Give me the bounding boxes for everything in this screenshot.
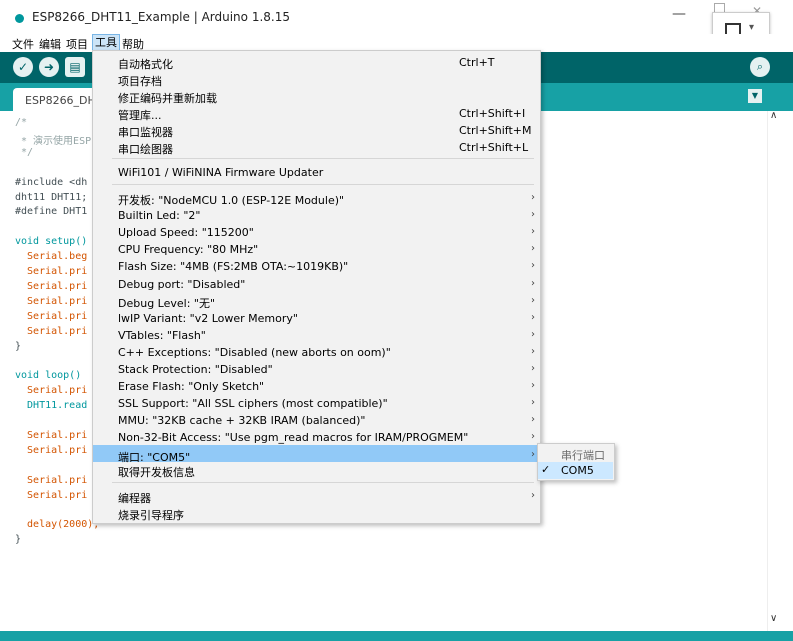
board-option-item[interactable]: Debug Level: "无": [118, 295, 215, 311]
code-line: Serial.pri: [15, 444, 88, 456]
serial-monitor-button[interactable]: ⌕: [750, 57, 770, 77]
code-line: Serial.pri: [15, 429, 88, 441]
arduino-logo-icon: [15, 14, 24, 23]
board-option-item[interactable]: Stack Protection: "Disabled": [118, 363, 273, 376]
board-option-item[interactable]: 端口: "COM5": [118, 449, 190, 465]
submenu-arrow-icon: ›: [531, 243, 535, 255]
port-option-com5[interactable]: COM5: [561, 464, 594, 477]
board-option-item[interactable]: Debug port: "Disabled": [118, 278, 245, 291]
code-line: #define DHT1: [15, 206, 88, 218]
tab-sketch-label: ESP8266_DHT: [25, 94, 103, 107]
programmer-item[interactable]: 编程器: [118, 490, 151, 506]
submenu-arrow-icon: ›: [531, 226, 535, 238]
shortcut-label: Ctrl+T: [459, 56, 495, 69]
submenu-arrow-icon: ›: [531, 448, 535, 460]
code-line: delay(2000);: [15, 519, 100, 531]
tools-menu-item[interactable]: 修正编码并重新加载: [118, 90, 217, 106]
submenu-arrow-icon: ›: [531, 328, 535, 340]
code-line: dht11 DHT11;: [15, 191, 88, 203]
board-option-item[interactable]: Flash Size: "4MB (FS:2MB OTA:~1019KB)": [118, 260, 348, 273]
verify-button[interactable]: ✓: [13, 57, 33, 77]
port-submenu-header: 串行端口: [561, 449, 605, 462]
board-option-item[interactable]: 开发板: "NodeMCU 1.0 (ESP-12E Module)": [118, 192, 344, 208]
code-line: }: [15, 534, 22, 546]
code-line: Serial.pri: [15, 295, 88, 307]
minimize-button[interactable]: —: [672, 6, 686, 22]
chevron-down-icon: ▾: [749, 22, 755, 33]
board-option-item[interactable]: VTables: "Flash": [118, 329, 206, 342]
board-option-item[interactable]: Upload Speed: "115200": [118, 226, 254, 239]
code-line: Serial.pri: [15, 489, 88, 501]
submenu-arrow-icon: ›: [531, 414, 535, 426]
wifi-firmware-updater-item[interactable]: WiFi101 / WiFiNINA Firmware Updater: [118, 166, 323, 179]
submenu-arrow-icon: ›: [531, 192, 535, 203]
submenu-arrow-icon: ›: [531, 294, 535, 306]
submenu-arrow-icon: ›: [531, 260, 535, 272]
submenu-arrow-icon: ›: [531, 363, 535, 374]
tools-menu-item[interactable]: 管理库...: [118, 107, 162, 123]
board-option-item[interactable]: Builtin Led: "2": [118, 209, 200, 222]
board-option-item[interactable]: CPU Frequency: "80 MHz": [118, 243, 258, 256]
code-line: Serial.beg: [15, 251, 88, 263]
board-option-item[interactable]: lwIP Variant: "v2 Lower Memory": [118, 312, 298, 325]
code-line: Serial.pri: [15, 280, 88, 292]
board-option-item[interactable]: MMU: "32KB cache + 32KB IRAM (balanced)": [118, 414, 365, 427]
shortcut-label: Ctrl+Shift+L: [459, 141, 529, 154]
submenu-arrow-icon: ›: [531, 490, 535, 501]
window-title: ESP8266_DHT11_Example | Arduino 1.8.15: [32, 10, 290, 24]
editor-scrollbar[interactable]: [767, 111, 781, 631]
submenu-arrow-icon: ›: [531, 380, 535, 392]
menu-sketch[interactable]: 项目: [66, 36, 88, 52]
get-board-info-item[interactable]: 取得开发板信息: [118, 464, 195, 480]
board-option-item[interactable]: Non-32-Bit Access: "Use pgm_read macros …: [118, 431, 468, 444]
menu-edit[interactable]: 编辑: [39, 36, 61, 52]
tools-menu-item[interactable]: 串口监视器: [118, 124, 173, 140]
new-sketch-button[interactable]: ▤: [65, 57, 85, 77]
code-line: /*: [15, 117, 28, 128]
status-bar: [0, 631, 793, 641]
board-option-item[interactable]: Erase Flash: "Only Sketch": [118, 380, 264, 393]
code-line: void setup(): [15, 236, 88, 248]
code-line: Serial.pri: [15, 266, 88, 277]
code-line: Serial.pri: [15, 474, 88, 486]
menu-file[interactable]: 文件: [12, 36, 34, 52]
shortcut-label: Ctrl+Shift+M: [459, 124, 532, 137]
burn-bootloader-item[interactable]: 烧录引导程序: [118, 507, 184, 523]
code-line: #include <dh: [15, 176, 88, 188]
submenu-arrow-icon: ›: [531, 345, 535, 357]
code-line: Serial.pri: [15, 310, 88, 322]
code-line: */: [15, 146, 34, 158]
code-line: void loop(): [15, 370, 82, 382]
tools-menu-item[interactable]: 项目存档: [118, 73, 162, 89]
code-line: * 演示使用ESP: [15, 135, 92, 147]
menu-separator: [112, 158, 534, 159]
code-line: DHT11.read: [15, 400, 88, 412]
tab-menu-button[interactable]: ▼: [748, 89, 762, 103]
board-option-item[interactable]: SSL Support: "All SSL ciphers (most comp…: [118, 397, 388, 410]
board-option-item[interactable]: C++ Exceptions: "Disabled (new aborts on…: [118, 346, 391, 359]
tools-menu-item[interactable]: 串口绘图器: [118, 141, 173, 157]
scroll-down-arrow-icon[interactable]: ∨: [770, 613, 777, 624]
submenu-arrow-icon: ›: [531, 431, 535, 443]
shortcut-label: Ctrl+Shift+I: [459, 107, 526, 120]
submenu-arrow-icon: ›: [531, 311, 535, 323]
code-line: Serial.pri: [15, 385, 88, 397]
submenu-arrow-icon: ›: [531, 397, 535, 409]
code-line: Serial.pri: [15, 325, 88, 337]
checkmark-icon: ✓: [541, 463, 551, 476]
submenu-arrow-icon: ›: [531, 277, 535, 289]
menu-separator: [112, 482, 534, 483]
scroll-up-arrow-icon[interactable]: ∧: [770, 110, 777, 121]
code-line: }: [15, 340, 22, 352]
submenu-arrow-icon: ›: [531, 209, 535, 221]
tools-menu-item[interactable]: 自动格式化: [118, 56, 173, 72]
upload-button[interactable]: ➜: [39, 57, 59, 77]
menu-separator: [112, 184, 534, 185]
